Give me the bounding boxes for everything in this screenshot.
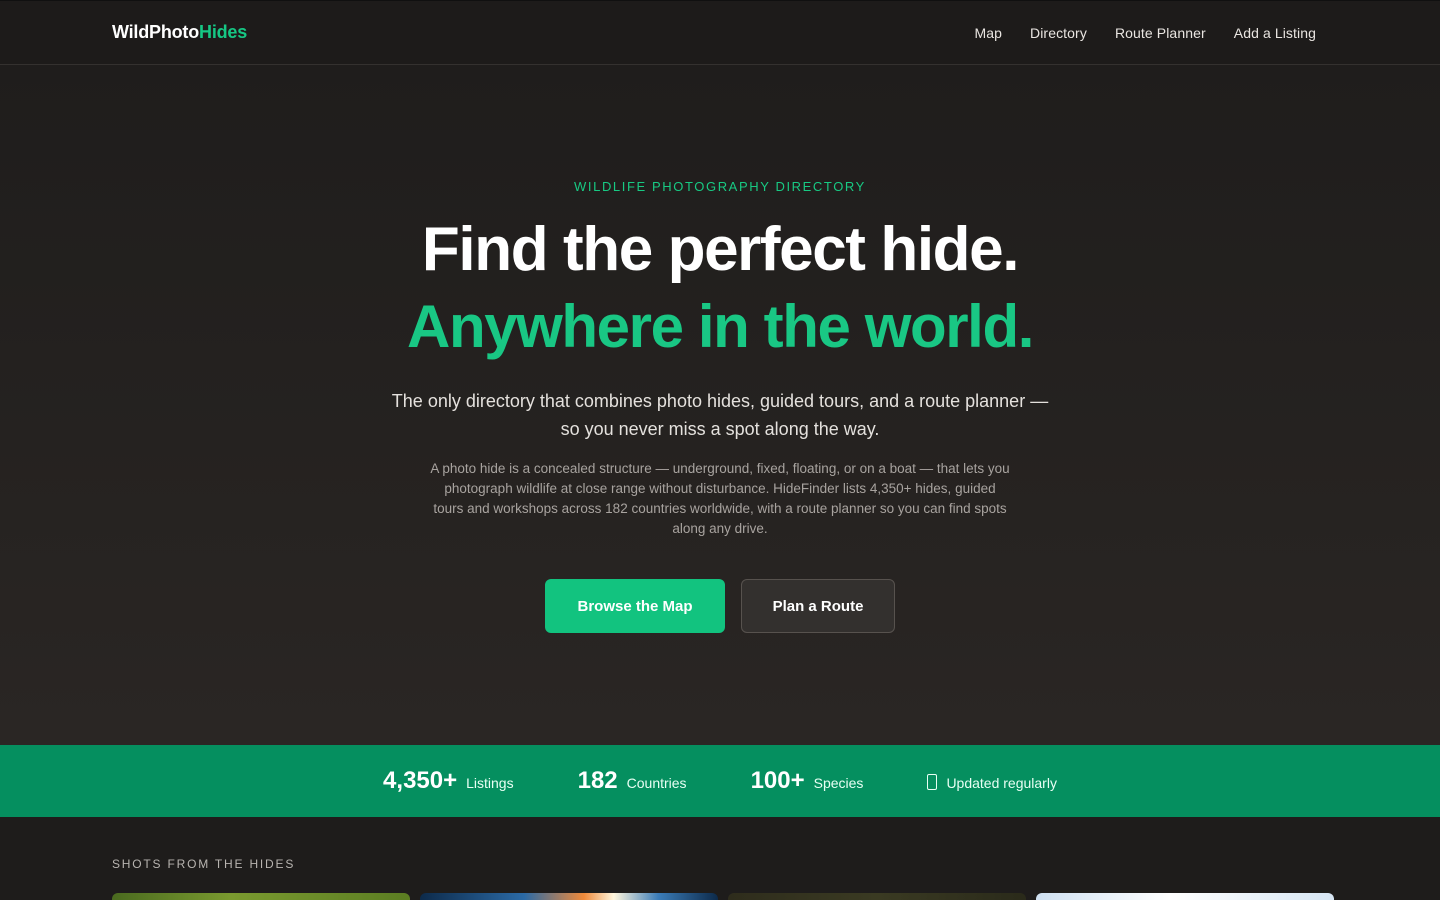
shots-section: SHOTS FROM THE HIDES [0,817,1440,900]
shot-thumbnail[interactable] [1036,893,1334,900]
hero: WILDLIFE PHOTOGRAPHY DIRECTORY Find the … [0,65,1440,745]
shot-thumbnail[interactable] [420,893,718,900]
stats-bar: 4,350+ Listings 182 Countries 100+ Speci… [0,745,1440,817]
nav-link-directory[interactable]: Directory [1030,25,1087,41]
hero-cta-group: Browse the Map Plan a Route [0,579,1440,633]
nav-link-map[interactable]: Map [974,25,1002,41]
stat-listings-label: Listings [466,775,514,791]
hero-headline-1: Find the perfect hide. [421,215,1020,284]
nav-links: Map Directory Route Planner Add a Listin… [974,25,1316,41]
stat-updated-label: Updated regularly [946,774,1057,791]
section-title: SHOTS FROM THE HIDES [112,857,296,871]
site-logo[interactable]: WildPhoto Hides [112,22,247,43]
page: WildPhoto Hides Map Directory Route Plann… [0,0,1440,900]
logo-primary: WildPhoto [112,22,200,42]
top-nav: WildPhoto Hides Map Directory Route Plann… [0,1,1440,65]
shot-thumbnails [112,893,1334,900]
shot-thumbnail[interactable] [728,893,1026,900]
hero-description: A photo hide is a concealed structure — … [430,461,1010,536]
stat-listings-value: 4,350+ [383,767,458,794]
nav-link-add-listing[interactable]: Add a Listing [1234,25,1316,41]
plan-route-button[interactable]: Plan a Route [741,579,895,633]
stat-listings: 4,350+ Listings [383,767,514,795]
hero-headline-2: Anywhere in the world. [407,293,1034,360]
stat-countries-label: Countries [626,775,687,791]
stat-species: 100+ Species [751,767,864,795]
stat-countries-value: 182 [577,767,618,794]
stat-updated: Updated regularly [927,772,1057,791]
stat-species-label: Species [813,775,864,791]
hero-subheadline: The only directory that combines photo h… [391,391,1049,439]
refresh-icon [927,773,938,790]
nav-link-route-planner[interactable]: Route Planner [1115,25,1206,41]
shot-thumbnail[interactable] [112,893,410,900]
browse-map-button[interactable]: Browse the Map [545,579,725,633]
stat-species-value: 100+ [750,767,805,794]
logo-accent: Hides [199,22,248,42]
stat-countries: 182 Countries [578,767,687,795]
hero-eyebrow: WILDLIFE PHOTOGRAPHY DIRECTORY [574,179,866,194]
